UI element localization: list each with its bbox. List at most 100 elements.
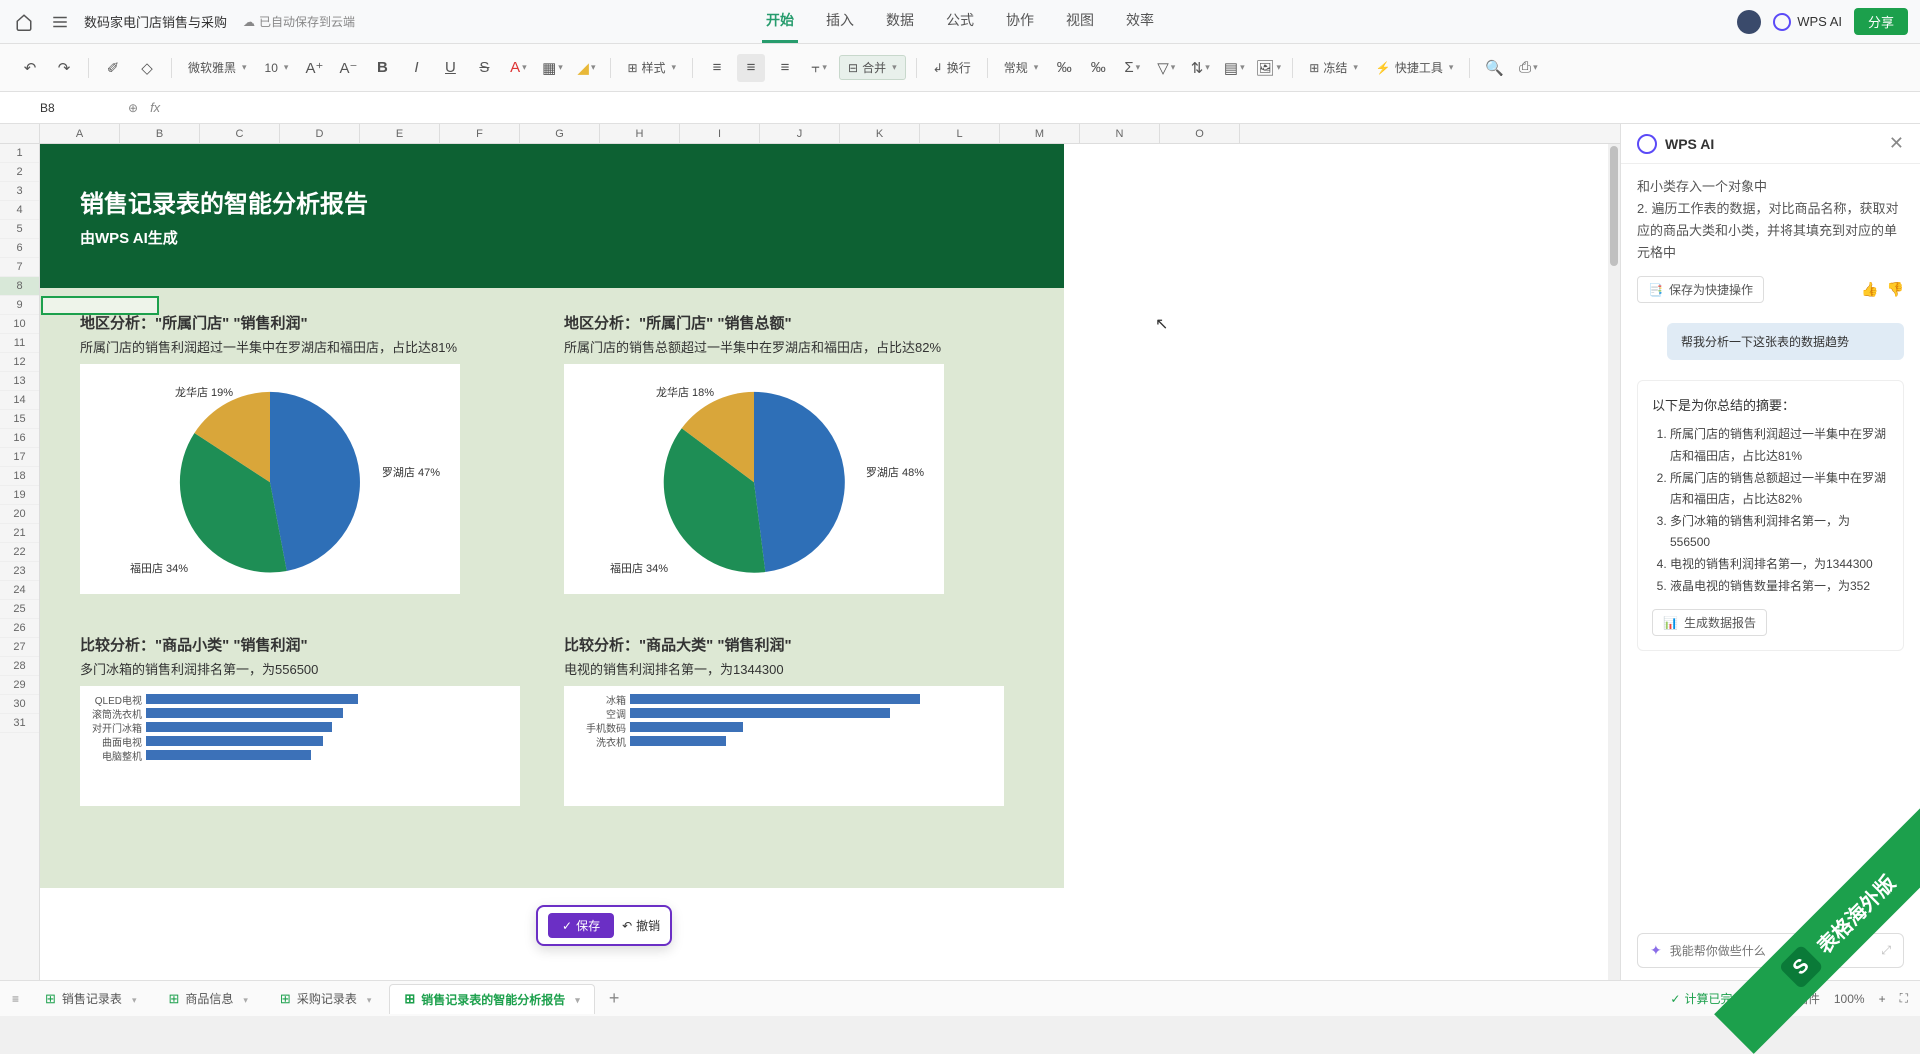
zoom-level[interactable]: 100%	[1834, 992, 1865, 1006]
row-header[interactable]: 26	[0, 619, 39, 638]
number-format-select[interactable]: 常规	[998, 59, 1045, 76]
spreadsheet-canvas[interactable]: 销售记录表的智能分析报告 由WPS AI生成 地区分析："所属门店" "销售利润…	[40, 144, 1620, 980]
undo-button[interactable]: ↶ 撤销	[622, 917, 660, 934]
col-header[interactable]: N	[1080, 124, 1160, 143]
print-icon[interactable]: ⎙	[1514, 54, 1542, 82]
font-select[interactable]: 微软雅黑	[182, 59, 253, 76]
sheet-tab[interactable]: ⊞商品信息	[154, 984, 261, 1014]
fill-color-icon[interactable]: ◢	[572, 54, 600, 82]
row-header[interactable]: 8	[0, 277, 39, 296]
eraser-icon[interactable]: ◇	[133, 54, 161, 82]
decimal-inc-icon[interactable]: ‰	[1084, 54, 1112, 82]
format-painter-icon[interactable]: ✐	[99, 54, 127, 82]
align-right-icon[interactable]: ≡	[771, 54, 799, 82]
search-icon[interactable]: 🔍	[1480, 54, 1508, 82]
save-button[interactable]: ✓ 保存	[548, 913, 614, 938]
wrap-button[interactable]: ↲ 换行	[927, 59, 977, 76]
generate-report-button[interactable]: 📊 生成数据报告	[1652, 609, 1767, 636]
row-header[interactable]: 27	[0, 638, 39, 657]
row-header[interactable]: 14	[0, 391, 39, 410]
col-header[interactable]: M	[1000, 124, 1080, 143]
row-header[interactable]: 3	[0, 182, 39, 201]
sheet-tab[interactable]: ⊞销售记录表的智能分析报告	[389, 984, 594, 1014]
col-header[interactable]: O	[1160, 124, 1240, 143]
col-header[interactable]: C	[200, 124, 280, 143]
row-header[interactable]: 12	[0, 353, 39, 372]
row-header[interactable]: 1	[0, 144, 39, 163]
valign-icon[interactable]: ⫟	[805, 54, 833, 82]
menu-item-开始[interactable]: 开始	[762, 0, 798, 43]
row-header[interactable]: 9	[0, 296, 39, 315]
col-header[interactable]: F	[440, 124, 520, 143]
row-header[interactable]: 23	[0, 562, 39, 581]
thumbs-down-icon[interactable]: 👎	[1887, 281, 1904, 298]
row-header[interactable]: 5	[0, 220, 39, 239]
cell-reference[interactable]: B8	[16, 101, 116, 115]
row-header[interactable]: 28	[0, 657, 39, 676]
col-header[interactable]: H	[600, 124, 680, 143]
save-as-shortcut-button[interactable]: 📑 保存为快捷操作	[1637, 276, 1764, 303]
col-header[interactable]: J	[760, 124, 840, 143]
zoom-in-icon[interactable]: +	[1879, 992, 1886, 1006]
hamburger-icon[interactable]	[48, 10, 72, 34]
menu-item-效率[interactable]: 效率	[1122, 0, 1158, 43]
row-header[interactable]: 21	[0, 524, 39, 543]
font-increase-icon[interactable]: A⁺	[300, 54, 328, 82]
italic-icon[interactable]: I	[402, 54, 430, 82]
row-header[interactable]: 24	[0, 581, 39, 600]
font-color-icon[interactable]: A	[504, 54, 532, 82]
row-header[interactable]: 4	[0, 201, 39, 220]
select-all-corner[interactable]	[0, 124, 40, 143]
row-header[interactable]: 17	[0, 448, 39, 467]
close-icon[interactable]: ✕	[1889, 133, 1904, 154]
col-header[interactable]: L	[920, 124, 1000, 143]
row-header[interactable]: 6	[0, 239, 39, 258]
cell-style-select[interactable]: ⊞ 样式	[621, 59, 682, 76]
row-header[interactable]: 11	[0, 334, 39, 353]
strike-icon[interactable]: S	[470, 54, 498, 82]
bold-icon[interactable]: B	[368, 54, 396, 82]
undo-icon[interactable]: ↶	[16, 54, 44, 82]
layers-icon[interactable]: ≡	[12, 992, 19, 1006]
filter-icon[interactable]: ▽	[1152, 54, 1180, 82]
avatar[interactable]	[1737, 10, 1761, 34]
redo-icon[interactable]: ↷	[50, 54, 78, 82]
menu-item-数据[interactable]: 数据	[882, 0, 918, 43]
col-header[interactable]: K	[840, 124, 920, 143]
row-header[interactable]: 20	[0, 505, 39, 524]
expand-icon[interactable]: ⤢	[1881, 943, 1891, 958]
border-icon[interactable]: ▦	[538, 54, 566, 82]
col-header[interactable]: E	[360, 124, 440, 143]
row-header[interactable]: 18	[0, 467, 39, 486]
sheet-tab[interactable]: ⊞销售记录表	[31, 984, 150, 1014]
row-header[interactable]: 31	[0, 714, 39, 733]
col-header[interactable]: D	[280, 124, 360, 143]
menu-item-视图[interactable]: 视图	[1062, 0, 1098, 43]
thumbs-up-icon[interactable]: 👍	[1861, 281, 1878, 298]
merge-button[interactable]: ⊟ 合并	[839, 55, 906, 80]
decimal-dec-icon[interactable]: ‰	[1050, 54, 1078, 82]
row-header[interactable]: 19	[0, 486, 39, 505]
font-decrease-icon[interactable]: A⁻	[334, 54, 362, 82]
col-header[interactable]: A	[40, 124, 120, 143]
wps-ai-button[interactable]: WPS AI	[1773, 13, 1842, 31]
row-header[interactable]: 30	[0, 695, 39, 714]
cond-format-icon[interactable]: ▤	[1220, 54, 1248, 82]
menu-item-插入[interactable]: 插入	[822, 0, 858, 43]
font-size-select[interactable]: 10	[259, 61, 295, 75]
zoom-icon[interactable]: ⊕	[128, 101, 138, 115]
sort-icon[interactable]: ⇅	[1186, 54, 1214, 82]
sum-icon[interactable]: Σ	[1118, 54, 1146, 82]
row-header[interactable]: 10	[0, 315, 39, 334]
add-sheet-button[interactable]: +	[599, 988, 630, 1009]
menu-item-协作[interactable]: 协作	[1002, 0, 1038, 43]
row-header[interactable]: 25	[0, 600, 39, 619]
share-button[interactable]: 分享	[1854, 8, 1908, 35]
align-left-icon[interactable]: ≡	[703, 54, 731, 82]
col-header[interactable]: G	[520, 124, 600, 143]
freeze-button[interactable]: ⊞ 冻结	[1303, 59, 1364, 76]
col-header[interactable]: B	[120, 124, 200, 143]
image-icon[interactable]: 🖼	[1254, 54, 1282, 82]
col-header[interactable]: I	[680, 124, 760, 143]
vertical-scrollbar[interactable]	[1608, 144, 1620, 980]
